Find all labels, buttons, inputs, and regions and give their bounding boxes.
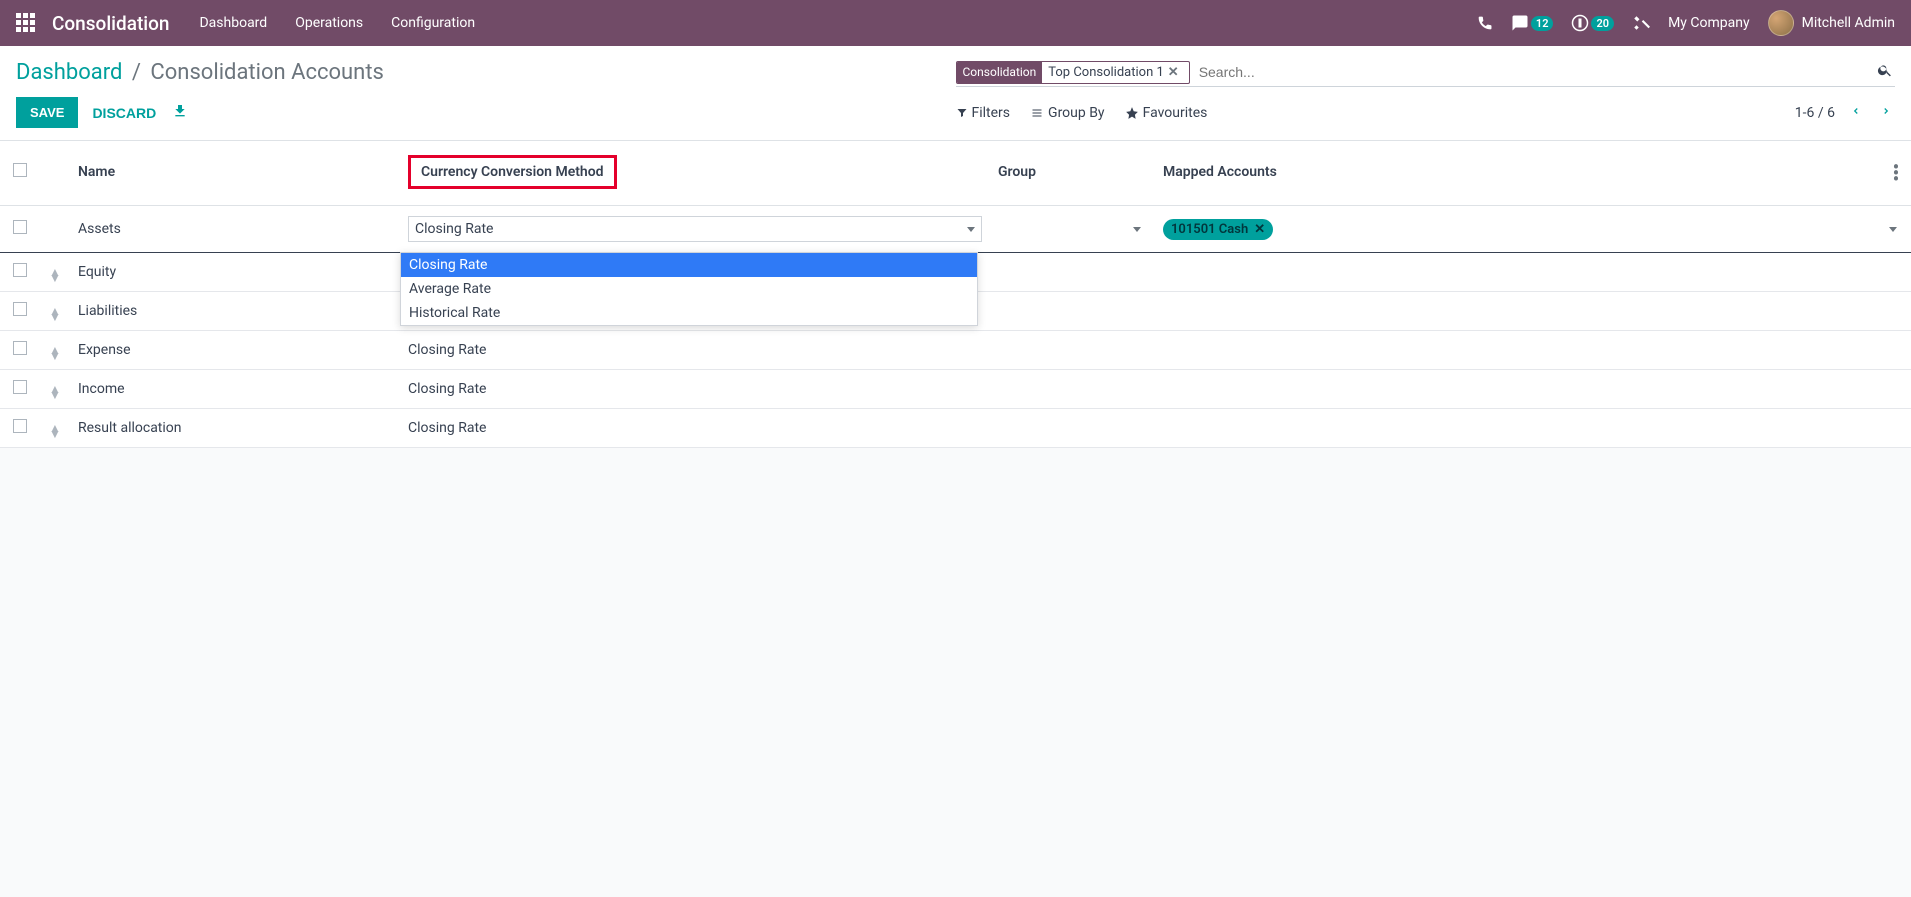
pager-text[interactable]: 1-6 / 6	[1795, 105, 1835, 121]
filter-icon	[956, 107, 968, 119]
breadcrumb-current: Consolidation Accounts	[150, 60, 383, 85]
cell-name[interactable]: Expense	[70, 331, 400, 370]
filters-button[interactable]: Filters	[956, 105, 1011, 121]
facet-remove-icon[interactable]: ✕	[1164, 65, 1183, 80]
search-box[interactable]: Consolidation Top Consolidation 1 ✕	[956, 60, 1896, 87]
cell-mapped[interactable]	[1155, 253, 1881, 292]
top-nav: Consolidation Dashboard Operations Confi…	[0, 0, 1911, 46]
row-checkbox[interactable]	[13, 419, 27, 433]
caret-down-icon	[1133, 227, 1141, 232]
dropdown-option[interactable]: Historical Rate	[401, 301, 977, 325]
activities-badge: 20	[1591, 16, 1614, 31]
cell-mapped[interactable]	[1155, 409, 1881, 448]
cell-mapped[interactable]	[1155, 292, 1881, 331]
groupby-button[interactable]: Group By	[1030, 105, 1105, 121]
drag-handle-icon[interactable]: ▲▼	[49, 308, 61, 320]
favourites-button[interactable]: Favourites	[1125, 105, 1208, 121]
accounts-table: Name Currency Conversion Method Group Ma…	[0, 141, 1911, 448]
user-menu[interactable]: Mitchell Admin	[1768, 10, 1895, 36]
row-checkbox[interactable]	[13, 380, 27, 394]
cell-method[interactable]: Closing Rate	[400, 370, 990, 409]
cell-group[interactable]	[990, 409, 1155, 448]
col-header-method[interactable]: Currency Conversion Method	[408, 155, 617, 189]
cell-name[interactable]: Income	[70, 370, 400, 409]
row-checkbox[interactable]	[13, 220, 27, 234]
search-icon[interactable]	[1875, 60, 1895, 84]
row-checkbox[interactable]	[13, 341, 27, 355]
cell-group[interactable]	[990, 370, 1155, 409]
app-brand: Consolidation	[52, 12, 169, 35]
optional-columns-icon[interactable]: •••	[1893, 165, 1899, 183]
company-switcher[interactable]: My Company	[1668, 15, 1750, 31]
search-input[interactable]	[1196, 61, 1875, 83]
col-header-mapped[interactable]: Mapped Accounts	[1155, 141, 1881, 206]
mapped-tag[interactable]: 101501 Cash ✕	[1163, 219, 1273, 240]
method-value: Closing Rate	[415, 221, 493, 237]
control-panel: Dashboard / Consolidation Accounts Conso…	[0, 46, 1911, 141]
user-name: Mitchell Admin	[1802, 15, 1895, 31]
cell-mapped[interactable]	[1155, 370, 1881, 409]
group-select[interactable]	[998, 227, 1147, 232]
table-row[interactable]: ▲▼ Result allocation Closing Rate	[0, 409, 1911, 448]
list-icon	[1030, 107, 1044, 119]
breadcrumb: Dashboard / Consolidation Accounts	[16, 60, 384, 85]
select-all-checkbox[interactable]	[13, 163, 27, 177]
table-row[interactable]: ▲▼ Income Closing Rate	[0, 370, 1911, 409]
drag-handle-icon[interactable]: ▲▼	[49, 386, 61, 398]
discard-button[interactable]: DISCARD	[92, 105, 156, 121]
apps-icon[interactable]	[16, 13, 36, 33]
drag-handle-icon[interactable]: ▲▼	[49, 269, 61, 281]
star-icon	[1125, 106, 1139, 120]
phone-icon[interactable]	[1477, 15, 1493, 31]
facet-label: Consolidation	[957, 62, 1043, 83]
cell-group[interactable]	[990, 292, 1155, 331]
table-row[interactable]: ▲▼ Expense Closing Rate	[0, 331, 1911, 370]
messages-badge: 12	[1531, 16, 1554, 31]
cell-method[interactable]: Closing Rate	[400, 331, 990, 370]
cell-name[interactable]: Result allocation	[70, 409, 400, 448]
facet-value: Top Consolidation 1	[1048, 65, 1164, 80]
top-menu: Dashboard Operations Configuration	[199, 15, 475, 31]
cell-name[interactable]: Assets	[70, 206, 400, 253]
dropdown-option[interactable]: Average Rate	[401, 277, 977, 301]
cell-group[interactable]	[990, 331, 1155, 370]
breadcrumb-root[interactable]: Dashboard	[16, 60, 122, 85]
tag-remove-icon[interactable]: ✕	[1254, 222, 1265, 237]
caret-down-icon	[1889, 227, 1897, 232]
mapped-select[interactable]	[1889, 227, 1903, 232]
col-header-name[interactable]: Name	[70, 141, 400, 206]
caret-down-icon	[967, 227, 975, 232]
dropdown-option[interactable]: Closing Rate	[401, 253, 977, 277]
menu-dashboard[interactable]: Dashboard	[199, 15, 267, 31]
row-checkbox[interactable]	[13, 302, 27, 316]
cell-method[interactable]: Closing Rate	[400, 409, 990, 448]
mapped-tag-label: 101501 Cash	[1171, 222, 1248, 237]
cell-name[interactable]: Equity	[70, 253, 400, 292]
row-checkbox[interactable]	[13, 263, 27, 277]
drag-handle-icon[interactable]: ▲▼	[49, 347, 61, 359]
pager-prev-icon[interactable]	[1847, 99, 1865, 127]
method-dropdown: Closing Rate Average Rate Historical Rat…	[400, 252, 978, 326]
search-facet: Consolidation Top Consolidation 1 ✕	[956, 61, 1190, 84]
col-header-group[interactable]: Group	[990, 141, 1155, 206]
cell-group[interactable]	[990, 253, 1155, 292]
cell-mapped[interactable]	[1155, 331, 1881, 370]
messages-icon[interactable]: 12	[1511, 14, 1554, 32]
menu-operations[interactable]: Operations	[295, 15, 363, 31]
menu-configuration[interactable]: Configuration	[391, 15, 475, 31]
avatar-icon	[1768, 10, 1794, 36]
save-button[interactable]: SAVE	[16, 97, 78, 128]
import-icon[interactable]	[172, 103, 188, 123]
drag-handle-icon[interactable]: ▲▼	[49, 425, 61, 437]
pager-next-icon[interactable]	[1877, 99, 1895, 127]
cell-name[interactable]: Liabilities	[70, 292, 400, 331]
table-row[interactable]: Assets Closing Rate Closing Rate Average…	[0, 206, 1911, 253]
method-select[interactable]: Closing Rate	[408, 216, 982, 242]
activities-icon[interactable]: 20	[1571, 14, 1614, 32]
tools-icon[interactable]	[1632, 14, 1650, 32]
